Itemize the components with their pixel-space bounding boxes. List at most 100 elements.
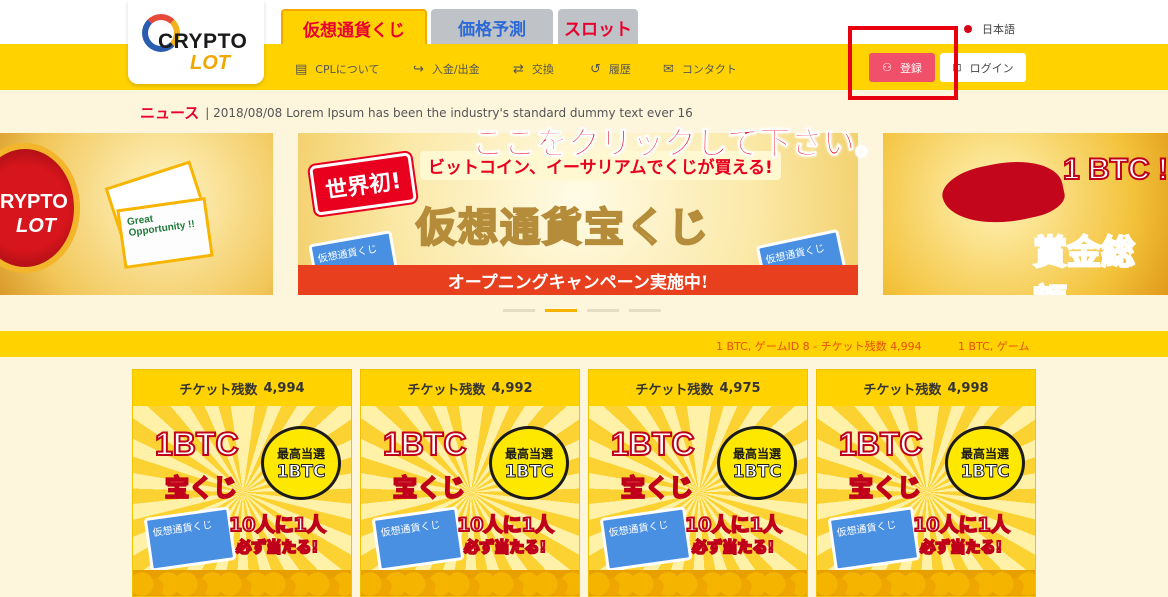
tab-slot[interactable]: スロット	[558, 9, 638, 45]
nav-item-deposit-withdraw[interactable]: ↪ 入金/出金	[413, 61, 480, 77]
banner-campaign-strip: オープニングキャンペーン実施中!	[298, 265, 858, 295]
nav-item-label: コンタクト	[681, 63, 737, 76]
book-icon: ▤	[295, 61, 308, 77]
burst-top-text: 最高当選	[276, 446, 325, 461]
login-label: ログイン	[969, 61, 1014, 75]
odds-line1: 10人に1人	[228, 513, 327, 537]
card-header: チケット残数 4,992	[361, 370, 579, 406]
ticket-icon: 仮想通貨くじ	[599, 506, 693, 572]
ticket-text: 仮想通貨くじ	[152, 519, 214, 540]
coins-pile-icon	[361, 570, 579, 596]
card-odds: 10人に1人 必ず当たる!	[912, 513, 1011, 558]
card-artwork: 1BTC 宝くじ 最高当選 1BTC 仮想通貨くじ 10人に1人 必ず当たる!	[361, 406, 579, 596]
card-header: チケット残数 4,998	[817, 370, 1035, 406]
burst-big-text: 1BTC	[504, 461, 554, 482]
banner-right[interactable]: 1 BTC ! 賞金総額	[883, 133, 1168, 295]
ticket-remaining-value: 4,998	[947, 380, 989, 396]
banner-coin-sub: LOT	[16, 215, 56, 237]
nav-item-label: CPLについて	[315, 63, 380, 76]
register-button[interactable]: ⚇ 登録	[869, 53, 935, 82]
ticket-remaining-value: 4,992	[491, 380, 533, 396]
card-btc-text: 1BTC	[838, 425, 924, 463]
ticket-text: 仮想通貨くじ	[608, 519, 670, 540]
exchange-icon: ⇄	[513, 61, 524, 77]
ticket-icon: 仮想通貨くじ	[827, 506, 921, 572]
nav-item-about-cpl[interactable]: ▤ CPLについて	[295, 61, 379, 77]
card-prize-burst: 最高当選 1BTC	[489, 426, 569, 500]
tab-price-prediction[interactable]: 価格予測	[431, 9, 553, 45]
ticket-remaining-label: チケット残数	[863, 382, 942, 398]
ticket-text: 仮想通貨くじ	[380, 519, 442, 540]
odds-line1: 10人に1人	[684, 513, 783, 537]
login-button[interactable]: ⊡ ログイン	[940, 53, 1026, 82]
ticket-remaining-label: チケット残数	[179, 382, 258, 398]
card-odds: 10人に1人 必ず当たる!	[684, 513, 783, 558]
odds-line2: 必ず当たる!	[919, 537, 1003, 557]
ticket-remaining-value: 4,975	[719, 380, 761, 396]
banner-seal: 世界初!	[309, 152, 418, 216]
ticket-text: 仮想通貨くじ	[836, 519, 898, 540]
banner-right-prize: 1 BTC !	[1062, 152, 1168, 187]
nav-item-label: 履歴	[608, 63, 631, 76]
lottery-card[interactable]: チケット残数 4,998 1BTC 宝くじ 最高当選 1BTC 仮想通貨くじ 1…	[816, 369, 1036, 597]
nav-item-contact[interactable]: ✉ コンタクト	[663, 61, 737, 77]
ticket-icon: Great Opportunity !!	[116, 197, 214, 269]
logo-text-crypto: CRYPTO	[158, 30, 248, 53]
card-header: チケット残数 4,975	[589, 370, 807, 406]
tab-crypto-lottery[interactable]: 仮想通貨くじ	[281, 9, 427, 45]
odds-line1: 10人に1人	[456, 513, 555, 537]
register-label: 登録	[899, 61, 922, 75]
ticket-remaining-label: チケット残数	[407, 382, 486, 398]
odds-line2: 必ず当たる!	[235, 537, 319, 557]
coins-pile-icon	[589, 570, 807, 596]
crypto-lot-logo[interactable]: CRYPTO LOT	[128, 0, 264, 84]
ticker-item[interactable]: 1 BTC, ゲームID 8 - チケット残数 4,994	[716, 338, 922, 354]
odds-line2: 必ず当たる!	[691, 537, 775, 557]
lottery-card[interactable]: チケット残数 4,994 1BTC 宝くじ 最高当選 1BTC 仮想通貨くじ 1…	[132, 369, 352, 597]
burst-big-text: 1BTC	[732, 461, 782, 482]
card-header: チケット残数 4,994	[133, 370, 351, 406]
ticket-icon: 仮想通貨くじ	[143, 506, 237, 572]
nav-item-label: 交換	[531, 63, 554, 76]
carousel-dot-active[interactable]	[545, 309, 577, 312]
lottery-card[interactable]: チケット残数 4,975 1BTC 宝くじ 最高当選 1BTC 仮想通貨くじ 1…	[588, 369, 808, 597]
nav-item-history[interactable]: ↺ 履歴	[590, 61, 631, 77]
language-selector[interactable]: 日本語	[964, 21, 1015, 37]
ticket-remaining-label: チケット残数	[635, 382, 714, 398]
burst-top-text: 最高当選	[960, 446, 1009, 461]
burst-big-text: 1BTC	[276, 461, 326, 482]
history-icon: ↺	[590, 61, 601, 77]
annotation-click-here: ここをクリックして下さい。	[471, 124, 888, 163]
card-kuji-text: 宝くじ	[164, 473, 238, 503]
card-kuji-text: 宝くじ	[620, 473, 694, 503]
card-prize-burst: 最高当選 1BTC	[261, 426, 341, 500]
carousel-dot[interactable]	[503, 309, 535, 312]
nav-item-exchange[interactable]: ⇄ 交換	[513, 61, 554, 77]
card-odds: 10人に1人 必ず当たる!	[228, 513, 327, 558]
user-add-icon: ⚇	[882, 61, 892, 74]
login-icon: ⊡	[952, 61, 962, 74]
mail-icon: ✉	[663, 61, 674, 77]
card-artwork: 1BTC 宝くじ 最高当選 1BTC 仮想通貨くじ 10人に1人 必ず当たる!	[133, 406, 351, 596]
coins-pile-icon	[817, 570, 1035, 596]
ticker-item[interactable]: 1 BTC, ゲーム	[958, 338, 1029, 354]
card-artwork: 1BTC 宝くじ 最高当選 1BTC 仮想通貨くじ 10人に1人 必ず当たる!	[817, 406, 1035, 596]
banner-right-total: 賞金総額	[1032, 232, 1136, 295]
ribbon-icon	[938, 151, 1068, 235]
carousel-dots	[503, 309, 661, 312]
burst-top-text: 最高当選	[504, 446, 553, 461]
ticker-bar: 1 BTC, ゲームID 8 - チケット残数 4,994 1 BTC, ゲーム	[0, 331, 1168, 357]
card-kuji-text: 宝くじ	[848, 473, 922, 503]
burst-big-text: 1BTC	[960, 461, 1010, 482]
carousel-dot[interactable]	[629, 309, 661, 312]
logo-text-lot: LOT	[190, 52, 230, 74]
odds-line1: 10人に1人	[912, 513, 1011, 537]
nav-item-label: 入金/出金	[431, 63, 480, 76]
banner-coin-text: RYPTO	[0, 191, 68, 213]
card-prize-burst: 最高当選 1BTC	[945, 426, 1025, 500]
banner-left[interactable]: RYPTO LOT Great Opportunity !!	[0, 133, 273, 295]
carousel-dot[interactable]	[587, 309, 619, 312]
lottery-card[interactable]: チケット残数 4,992 1BTC 宝くじ 最高当選 1BTC 仮想通貨くじ 1…	[360, 369, 580, 597]
card-btc-text: 1BTC	[610, 425, 696, 463]
card-odds: 10人に1人 必ず当たる!	[456, 513, 555, 558]
